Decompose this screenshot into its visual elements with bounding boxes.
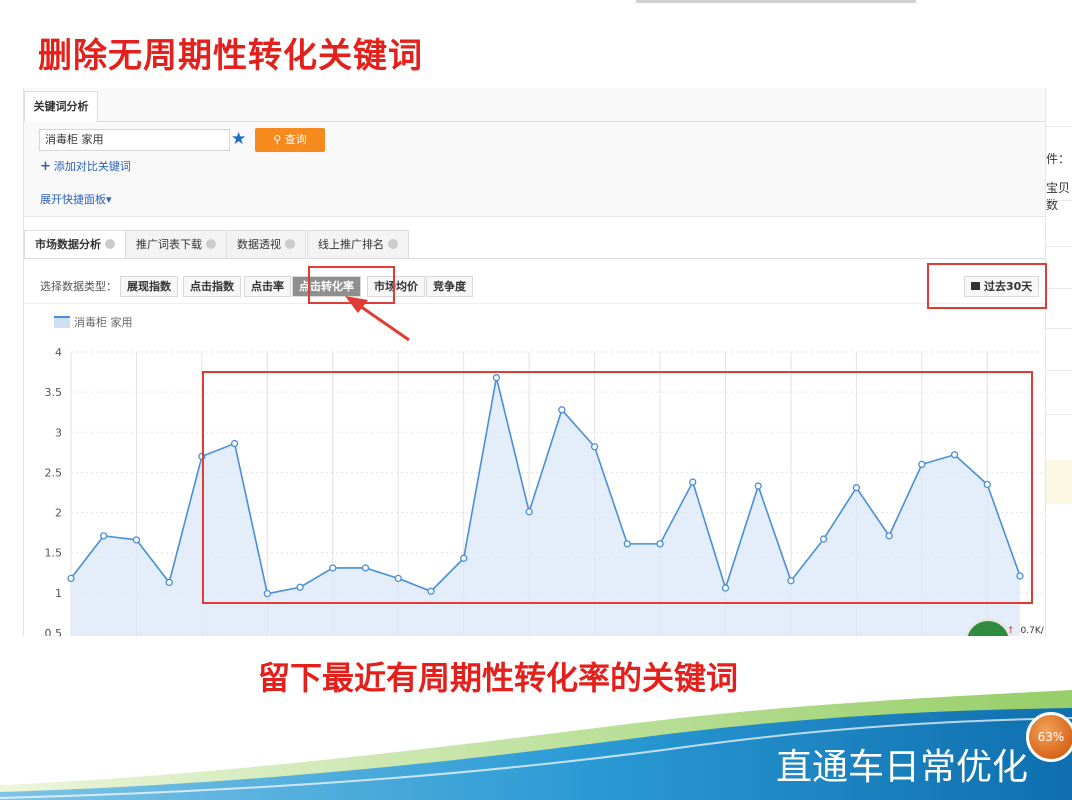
y-tick-label: 1.5 [45, 547, 63, 560]
right-fragment-1: 件： [1046, 152, 1071, 166]
data-point[interactable] [100, 532, 108, 540]
y-tick-label: 1 [55, 587, 62, 600]
top-gray-bar [636, 0, 916, 3]
row-divider [1046, 288, 1072, 289]
row-divider [1046, 370, 1072, 371]
highlight-box-conversion-button [308, 266, 395, 304]
row-divider [1046, 126, 1072, 127]
footer-title: 直通车日常优化 [776, 747, 1029, 788]
progress-ball: 63% [1026, 712, 1072, 762]
highlight-box-date-range [927, 263, 1047, 309]
data-point[interactable] [165, 578, 173, 587]
right-cropped-panel: 件： 宝贝数 [1045, 88, 1072, 636]
y-tick-label: 2 [55, 507, 62, 520]
row-divider [1046, 328, 1072, 329]
row-divider [1046, 414, 1072, 415]
slide-title: 删除无周期性转化关键词 [38, 36, 423, 76]
y-tick-label: 3 [55, 426, 62, 439]
highlight-row [1046, 460, 1072, 504]
y-tick-label: 0.5 [45, 627, 63, 636]
y-tick-label: 3.5 [45, 386, 63, 399]
highlight-box-chart-region [202, 371, 1033, 604]
row-divider [1046, 246, 1072, 247]
y-tick-label: 4 [55, 346, 62, 359]
gauge-side-readout: ↑ 0.7K/ [1007, 626, 1044, 636]
gauge-side-value: 0.7K/ [1020, 626, 1044, 636]
y-tick-label: 2.5 [45, 466, 63, 479]
right-fragment-2: 宝贝数 [1046, 181, 1071, 212]
data-point[interactable] [67, 574, 75, 583]
row-divider [1046, 200, 1072, 201]
arrow-up-icon: ↑ [1007, 626, 1015, 636]
data-point[interactable] [132, 536, 141, 544]
